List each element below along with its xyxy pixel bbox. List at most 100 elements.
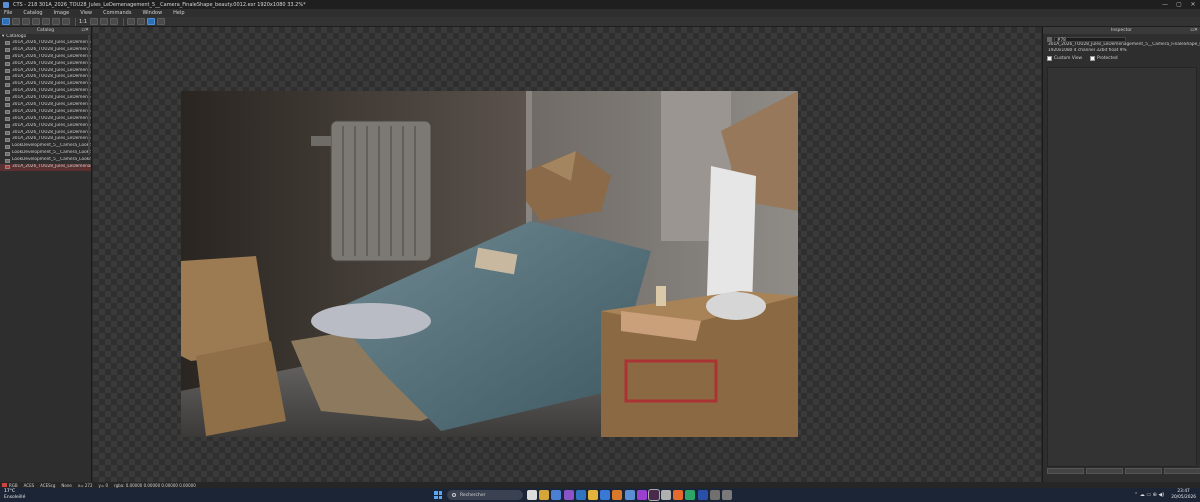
status-colorspace[interactable]: ACES — [24, 483, 35, 488]
image-viewer[interactable] — [93, 27, 1041, 482]
compare-icon[interactable] — [90, 18, 99, 25]
system-tray: ⌃ ☁ ▭ ⊕ ◀) 23:47 20/05/2026 — [1134, 489, 1196, 500]
menu-catalog[interactable]: Catalog — [23, 10, 42, 16]
custom-view-checkbox[interactable] — [1047, 56, 1052, 61]
pan-tool-icon[interactable] — [12, 18, 20, 25]
protected-checkbox[interactable] — [1090, 56, 1096, 61]
inspector-close-icon[interactable]: ▫✕ — [1190, 27, 1198, 34]
file-explorer-icon[interactable] — [587, 490, 598, 500]
color-picker-icon[interactable] — [127, 18, 136, 25]
catalog-item[interactable]: 301A_2026_TOU28_Jules_LeDemenagement — [0, 47, 91, 54]
catalog-item[interactable]: 301A_2026_TOU28_Jules_LeDemenagement — [0, 61, 91, 68]
catalog-scrollbar[interactable] — [88, 35, 90, 155]
menu-window[interactable]: Window — [142, 10, 162, 16]
status-mode[interactable]: RGB — [9, 483, 18, 488]
exposure-icon[interactable] — [137, 18, 146, 25]
catalog-item[interactable]: LookDevelopment_5__Camera_LookdevSh — [0, 157, 91, 164]
catalog-item-label: 301A_2026_TOU28_Jules_LeDemenagement — [12, 102, 91, 108]
windows-start-icon[interactable] — [434, 491, 442, 499]
close-button[interactable]: ✕ — [1186, 0, 1200, 9]
minimize-button[interactable]: — — [1158, 0, 1172, 9]
grid-tool-icon[interactable] — [52, 18, 60, 25]
inspector-properties-area — [1047, 67, 1197, 467]
catalog-item[interactable]: 301A_2026_TOU28_Jules_LeDemenagement — [0, 74, 91, 81]
catalog-item[interactable]: LookDevelopment_5__Camera_LookdevSh — [0, 150, 91, 157]
catalog-item-label: 301A_2026_TOU28_Jules_LeDemenagement — [12, 81, 91, 87]
channel-icon[interactable] — [110, 18, 119, 25]
vlc-icon[interactable] — [612, 490, 623, 500]
menu-file[interactable]: File — [4, 10, 12, 16]
catalog-item[interactable]: 301A_2026_TOU28_Jules_LeDemenagement — [0, 164, 91, 171]
blender-icon[interactable] — [673, 490, 684, 500]
split-view-icon[interactable] — [100, 18, 109, 25]
taskbar-search[interactable]: Rechercher — [447, 490, 523, 500]
status-y: y= 0 — [98, 482, 109, 488]
rotate-tool-icon[interactable] — [42, 18, 50, 25]
inspector-title: Inspector — [1111, 28, 1132, 33]
catalog-item[interactable]: 301A_2026_TOU28_Jules_LeDemenagement — [0, 109, 91, 116]
settings-app-icon[interactable] — [722, 490, 732, 500]
inspector-button-4[interactable] — [1164, 468, 1200, 474]
zoom-one-to-one-button[interactable]: 1:1 — [79, 19, 87, 25]
maximize-button[interactable]: ▢ — [1172, 0, 1186, 9]
image-thumb-icon — [5, 82, 10, 87]
menu-commands[interactable]: Commands — [103, 10, 131, 16]
catalog-item[interactable]: 301A_2026_TOU28_Jules_LeDemenagement — [0, 130, 91, 137]
widgets-icon[interactable] — [551, 490, 562, 500]
display-settings-icon[interactable] — [147, 18, 156, 25]
menu-view[interactable]: View — [80, 10, 92, 16]
catalog-item[interactable]: 301A_2026_TOU28_Jules_LeDemenagement — [0, 116, 91, 123]
status-lut[interactable]: None — [61, 483, 71, 488]
photos-icon[interactable] — [624, 490, 635, 500]
catalog-item[interactable]: 301A_2026_TOU28_Jules_LeDemenagement — [0, 81, 91, 88]
catalog-item[interactable]: LookDevelopment_5__Camera_LookdevSh — [0, 143, 91, 150]
catalog-item[interactable]: 301A_2026_TOU28_Jules_LeDemenagement — [0, 95, 91, 102]
image-thumb-icon — [5, 137, 10, 142]
catalog-item[interactable]: 301A_2026_TOU28_Jules_LeDemenagement — [0, 40, 91, 47]
rendered-image[interactable] — [181, 91, 798, 437]
status-working-space[interactable]: ACEScg — [40, 483, 55, 488]
weather-widget[interactable]: 17°C Ensoleillé — [4, 489, 25, 500]
maya-icon[interactable] — [685, 490, 696, 500]
store-icon[interactable] — [600, 490, 611, 500]
inspector-button-2[interactable] — [1086, 468, 1123, 474]
clock[interactable]: 23:47 20/05/2026 — [1171, 489, 1196, 500]
inspector-button-1[interactable] — [1047, 468, 1084, 474]
steam-icon[interactable] — [661, 490, 672, 500]
image-thumb-icon — [5, 131, 10, 136]
image-thumb-icon — [5, 41, 10, 46]
inspector-button-3[interactable] — [1125, 468, 1162, 474]
search-icon — [452, 493, 456, 497]
catalog-item[interactable]: 301A_2026_TOU28_Jules_LeDemenagement — [0, 54, 91, 61]
system-tray-icons[interactable]: ⌃ ☁ ▭ ⊕ ◀) — [1134, 492, 1164, 498]
visual-studio-icon[interactable] — [636, 490, 647, 500]
catalog-item-label: 301A_2026_TOU28_Jules_LeDemenagement — [12, 136, 91, 142]
terminal-icon[interactable] — [709, 490, 720, 500]
photoshop-icon[interactable] — [697, 490, 708, 500]
rv-viewer-icon[interactable] — [647, 489, 660, 501]
taskbar-apps — [527, 489, 734, 501]
fit-view-icon[interactable] — [62, 18, 70, 25]
edge-icon[interactable] — [575, 490, 586, 500]
image-thumb-icon — [5, 117, 10, 122]
zoom-tool-icon[interactable] — [22, 18, 30, 25]
discord-icon[interactable] — [563, 490, 574, 500]
menu-image[interactable]: Image — [54, 10, 70, 16]
menu-help[interactable]: Help — [173, 10, 184, 16]
catalog-close-icon[interactable]: ▫✕ — [81, 27, 89, 34]
catalog-item[interactable]: 301A_2026_TOU28_Jules_LeDemenagement — [0, 102, 91, 109]
catalog-item-label: 301A_2026_TOU28_Jules_LeDemenagement — [12, 53, 91, 59]
settings-icon[interactable] — [157, 18, 166, 25]
crop-tool-icon[interactable] — [32, 18, 40, 25]
taskview-icon[interactable] — [527, 490, 537, 500]
catalog-item[interactable]: 301A_2026_TOU28_Jules_LeDemenagement — [0, 123, 91, 130]
catalog-item-label: 301A_2026_TOU28_Jules_LeDemenagement — [12, 40, 91, 45]
catalog-item[interactable]: 301A_2026_TOU28_Jules_LeDemenagement — [0, 68, 91, 75]
inspector-header: Inspector ▫✕ — [1043, 27, 1200, 34]
chrome-icon[interactable] — [539, 490, 550, 500]
expand-arrow-icon[interactable]: ▾ — [2, 34, 4, 40]
catalog-item[interactable]: 301A_2026_TOU28_Jules_LeDemenagement — [0, 136, 91, 143]
catalog-item[interactable]: 301A_2026_TOU28_Jules_LeDemenagement — [0, 88, 91, 95]
menu-bar: File Catalog Image View Commands Window … — [0, 9, 1200, 17]
select-tool-icon[interactable] — [2, 18, 10, 25]
